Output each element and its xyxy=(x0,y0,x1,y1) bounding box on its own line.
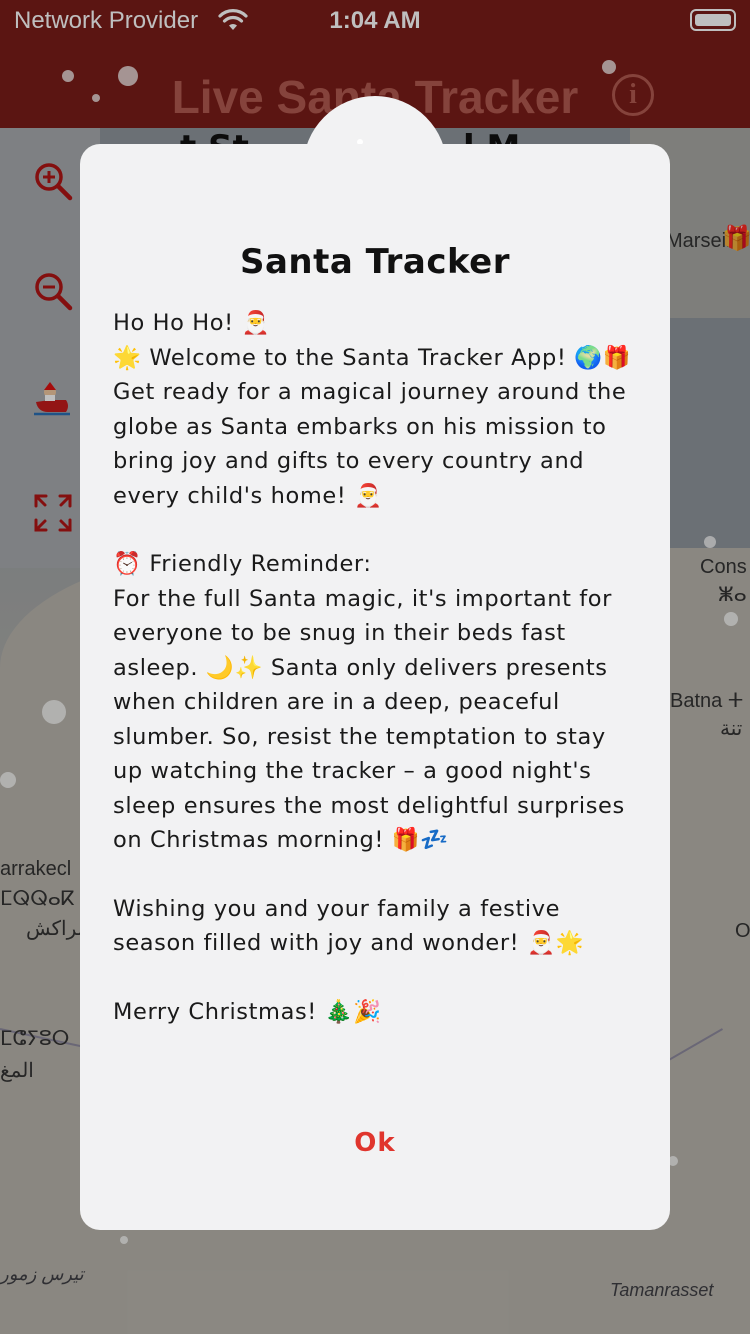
message-paragraph: ⏰ Friendly Reminder: For the full Santa … xyxy=(113,551,625,853)
dialog-title: Santa Tracker xyxy=(239,242,511,282)
alert-dialog: Santa Tracker Ho Ho Ho! 🎅 🌟 Welcome to t… xyxy=(80,144,670,1230)
message-paragraph: Wishing you and your family a festive se… xyxy=(113,895,585,957)
ok-button[interactable]: Ok xyxy=(80,1128,670,1176)
message-paragraph: Ho Ho Ho! 🎅 🌟 Welcome to the Santa Track… xyxy=(113,310,632,509)
dialog-message: Ho Ho Ho! 🎅 🌟 Welcome to the Santa Track… xyxy=(113,306,643,1029)
message-paragraph: Merry Christmas! 🎄🎉 xyxy=(113,998,382,1025)
